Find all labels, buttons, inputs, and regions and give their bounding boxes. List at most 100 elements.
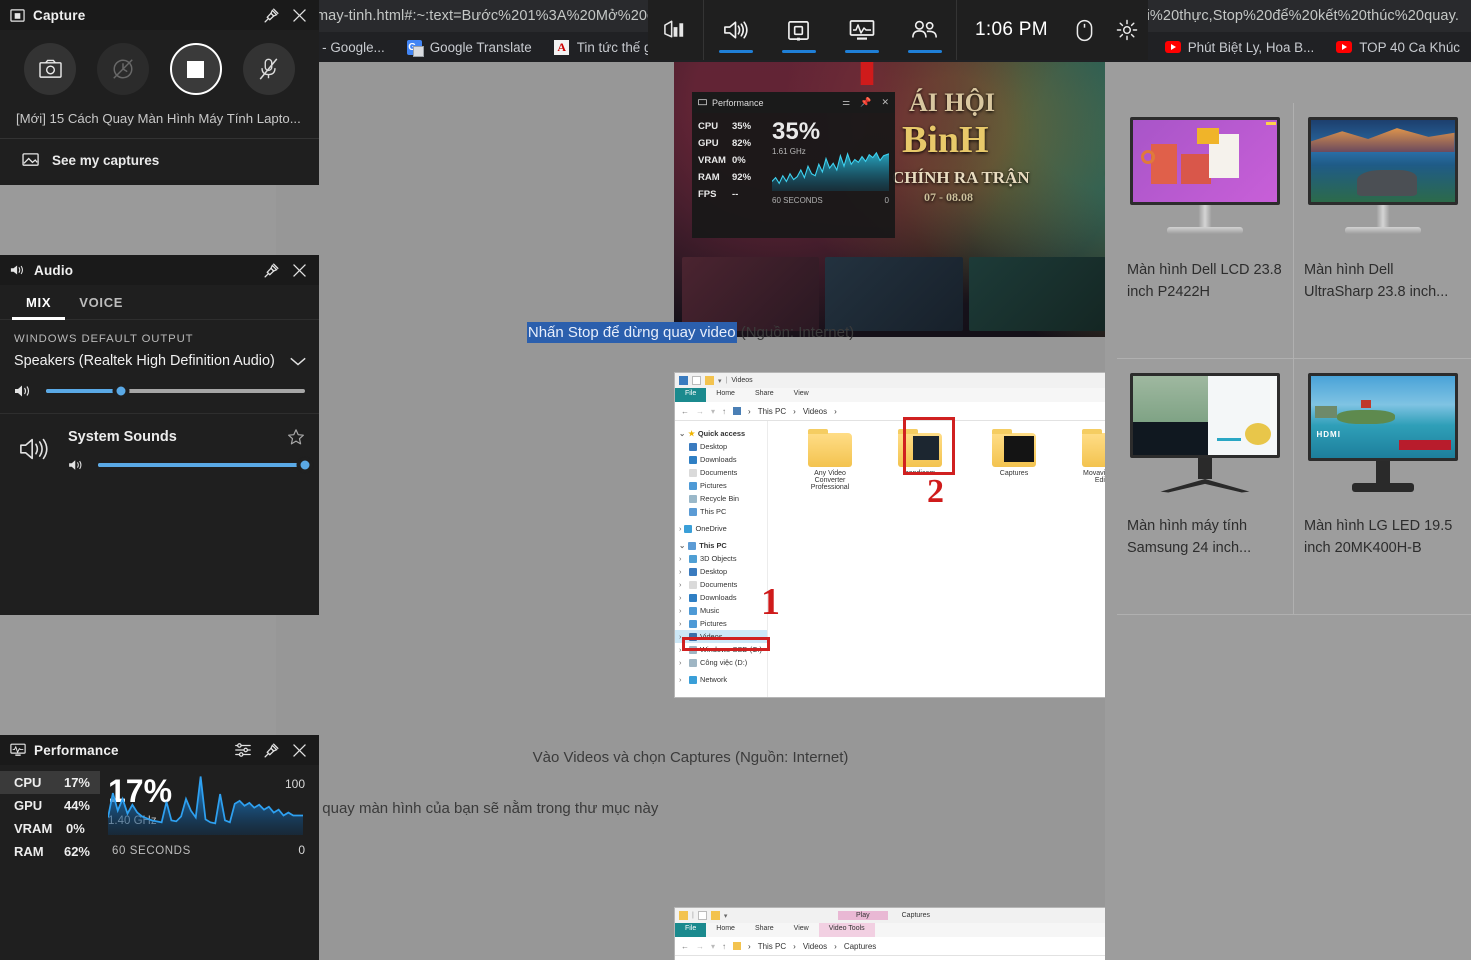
- widget-menu-icon[interactable]: [648, 0, 703, 60]
- audio-widget-title: Audio: [34, 262, 74, 278]
- figure-caption-2: Vào Videos và chọn Captures (Nguồn: Inte…: [532, 749, 849, 766]
- record-last-30s-button[interactable]: [97, 43, 150, 95]
- toolbar-button-group: [704, 0, 956, 60]
- figure-perf-stat: GPU 82%: [698, 138, 752, 149]
- close-icon[interactable]: [285, 255, 313, 285]
- capture-widget-title: Capture: [33, 7, 86, 23]
- bookmark-item[interactable]: G Google Translate: [396, 34, 543, 60]
- capture-icon: [788, 20, 809, 41]
- toolbar-button-capture[interactable]: [767, 0, 830, 60]
- nav-item: Downloads: [675, 453, 767, 466]
- product-grid: Màn hình Dell LCD 23.8 inch P2422H Màn h…: [1117, 103, 1471, 615]
- master-volume-slider[interactable]: [46, 383, 305, 399]
- figure-perf-range: 60 SECONDS: [772, 196, 823, 205]
- nav-item: Documents: [675, 466, 767, 479]
- mouse-glyph: [1077, 19, 1093, 41]
- context-tab-play: Play: [838, 911, 888, 920]
- tab-voice[interactable]: VOICE: [65, 285, 137, 319]
- gamebar-toolbar: 1:06 PM: [648, 0, 1148, 60]
- figure-perf-stat: CPU 35%: [698, 121, 752, 132]
- close-glyph: [292, 743, 306, 757]
- perf-stat-gpu[interactable]: GPU 44%: [0, 794, 100, 817]
- perf-stat-cpu[interactable]: CPU 17%: [0, 771, 100, 794]
- nav-item: › Documents: [679, 580, 738, 589]
- toolbar-button-audio[interactable]: [704, 0, 767, 60]
- clock: 1:06 PM: [975, 19, 1048, 40]
- product-title: Màn hình LG LED 19.5 inch 20MK400H-B: [1304, 518, 1453, 556]
- monitor-stand-base: [1167, 227, 1243, 234]
- audio-app-volume-slider[interactable]: [98, 457, 313, 473]
- monitor-stand-base: [1160, 479, 1250, 493]
- art-text-4: 07 - 08.08: [924, 190, 973, 204]
- address-bar-url-right: 0khi%20thực,Stop%20để%20kết%20thúc%20qua…: [1122, 8, 1459, 24]
- perf-time-range: 60 SECONDS: [112, 845, 191, 857]
- product-card[interactable]: Màn hình máy tính Samsung 24 inch...: [1117, 359, 1294, 615]
- annotation-number-1: 1: [761, 581, 780, 623]
- news-icon: A: [554, 39, 570, 55]
- record-last-disabled-icon: [113, 59, 133, 79]
- star-outline-icon[interactable]: [287, 428, 305, 446]
- active-indicator: [718, 50, 753, 53]
- stop-icon: [187, 60, 205, 78]
- performance-icon: [849, 20, 874, 40]
- mic-toggle-button[interactable]: [242, 43, 295, 95]
- bookmark-item[interactable]: TOP 40 Ca Khúc: [1325, 34, 1471, 60]
- pin-icon[interactable]: [257, 0, 285, 30]
- ribbon-tab-share: Share: [754, 390, 774, 397]
- mouse-icon[interactable]: [1064, 0, 1106, 60]
- performance-body: CPU 17% GPU 44% VRAM 0% RAM 62% 17% 100 …: [0, 765, 319, 863]
- monitor-stand-base: [1351, 483, 1414, 492]
- widget-menu-glyph: [664, 20, 684, 38]
- figure-performance-widget: Performance ⚌ 📌 ✕ CPU 35% GPU 82% VRAM 0%: [692, 92, 895, 238]
- pin-glyph: [263, 262, 279, 278]
- capture-widget-titlebar: Capture: [0, 0, 319, 30]
- file-item: Any Video Converter Professional: [800, 429, 860, 491]
- speaker-icon: [724, 21, 748, 39]
- close-glyph: [292, 8, 306, 22]
- ribbon2-tab-view: View: [793, 925, 809, 932]
- annotation-number-2: 2: [927, 473, 944, 510]
- perf-stat-ram[interactable]: RAM 62%: [0, 840, 100, 863]
- bookmark-item[interactable]: Phút Biệt Ly, Hoa B...: [1154, 34, 1326, 60]
- active-indicator: [844, 50, 879, 53]
- nav-item: › Pictures: [679, 619, 727, 628]
- annotation-box-captures: [903, 417, 955, 475]
- see-my-captures-button[interactable]: See my captures: [0, 139, 319, 181]
- close-icon[interactable]: [285, 0, 313, 30]
- nav-onedrive: › OneDrive: [679, 524, 727, 533]
- stop-recording-button[interactable]: [169, 43, 222, 95]
- nav-item: This PC: [675, 505, 767, 518]
- product-card[interactable]: Màn hình Dell LCD 23.8 inch P2422H: [1117, 103, 1294, 359]
- monitor-stand-neck: [1375, 205, 1390, 227]
- product-image: [1304, 117, 1461, 237]
- default-output-label: WINDOWS DEFAULT OUTPUT: [14, 333, 194, 345]
- lg-led-monitor-icon: HDMI: [1307, 373, 1458, 461]
- audio-app-volume-row: [68, 446, 313, 473]
- output-device-select[interactable]: Speakers (Realtek High Definition Audio): [0, 345, 319, 373]
- toolbar-button-performance[interactable]: [830, 0, 893, 60]
- see-my-captures-label: See my captures: [52, 152, 160, 168]
- product-image: HDMI: [1304, 373, 1461, 493]
- audio-app-name: System Sounds: [68, 429, 177, 445]
- toolbar-button-lfg[interactable]: [893, 0, 956, 60]
- annotation-box-videos: [682, 637, 770, 651]
- figure-sliders-icon: ⚌: [842, 97, 851, 107]
- breadcrumb-videos: Videos: [802, 406, 828, 416]
- audio-app-row: System Sounds: [0, 414, 319, 473]
- active-indicator: [781, 50, 816, 53]
- nav-thispc: ⌄ This PC: [679, 541, 727, 550]
- ribbon2-tab-share: Share: [754, 925, 774, 932]
- people-icon: [911, 20, 937, 38]
- ribbon2-tab-file: File: [675, 923, 707, 937]
- gear-icon[interactable]: [1106, 0, 1148, 60]
- pin-icon[interactable]: [257, 255, 285, 285]
- ribbon-tab-view: View: [793, 390, 809, 397]
- product-card[interactable]: Màn hình Dell UltraSharp 23.8 inch...: [1294, 103, 1471, 359]
- screenshot-button[interactable]: [24, 43, 77, 95]
- context-tab-captures: Captures: [901, 912, 931, 919]
- nav-item: › Desktop: [679, 567, 728, 576]
- perf-stat-vram[interactable]: VRAM 0%: [0, 817, 100, 840]
- product-card[interactable]: HDMI Màn hình LG LED 19.5 inch 20MK400H-…: [1294, 359, 1471, 615]
- samsung-smart-monitor-icon: [1130, 373, 1280, 459]
- tab-mix[interactable]: MIX: [12, 285, 66, 320]
